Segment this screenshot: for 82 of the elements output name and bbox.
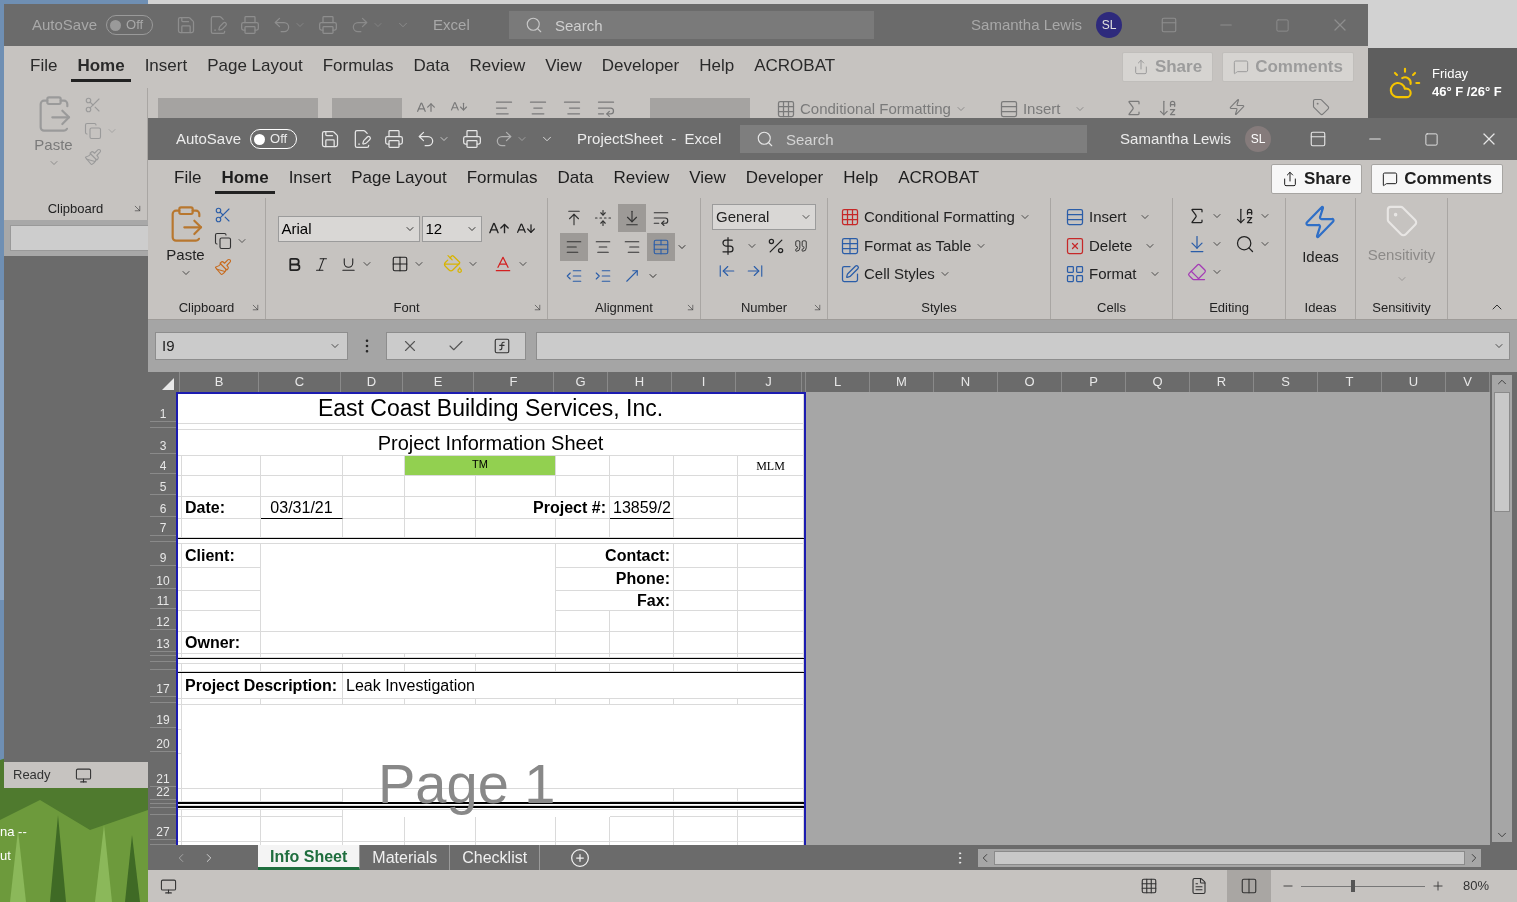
ribbon-tab[interactable]: Data bbox=[551, 164, 600, 194]
ribbon-tab[interactable]: Help bbox=[693, 52, 741, 82]
name-box[interactable]: I9 bbox=[155, 332, 348, 360]
desktop-icon-label[interactable]: na -- bbox=[0, 820, 27, 844]
styles-menu-button[interactable]: Format as Table bbox=[840, 234, 1050, 257]
user-avatar[interactable]: SL bbox=[1096, 12, 1122, 38]
window-title: ProjectSheet - Excel bbox=[577, 128, 722, 149]
weather-day: Friday bbox=[1432, 65, 1502, 83]
share-button[interactable]: Share bbox=[1270, 164, 1363, 194]
table-cell: Owner: bbox=[182, 632, 261, 654]
autosave-label: AutoSave bbox=[176, 128, 242, 149]
font-size-dropdown[interactable]: 12 bbox=[421, 216, 482, 242]
weather-widget[interactable]: Friday 46° F /26° F bbox=[1368, 48, 1517, 118]
autosave-label: AutoSave bbox=[32, 14, 98, 35]
window-title: Excel bbox=[433, 14, 470, 35]
table-cell: Phone: bbox=[556, 568, 674, 591]
cells-menu-button[interactable]: Format bbox=[1065, 263, 1172, 286]
group-label: Clipboard bbox=[47, 200, 104, 219]
table-cell: Client: bbox=[182, 544, 261, 568]
ribbon-tab[interactable]: Insert bbox=[282, 164, 338, 194]
table-cell: Project #: bbox=[476, 497, 610, 519]
table-cell: 13859/2 bbox=[610, 497, 674, 519]
ribbon-tab[interactable]: View bbox=[539, 52, 588, 82]
ribbon-tab[interactable]: Formulas bbox=[316, 52, 400, 82]
group-label: Styles bbox=[921, 299, 957, 318]
group-label: Alignment bbox=[595, 299, 653, 318]
ribbon-tab[interactable]: Formulas bbox=[460, 164, 544, 194]
ribbon-tab[interactable]: ACROBAT bbox=[748, 52, 842, 82]
table-cell: Project Description: bbox=[182, 673, 343, 699]
weather-temperature: 46° F /26° F bbox=[1432, 83, 1502, 101]
ribbon-tab[interactable]: View bbox=[683, 164, 732, 194]
ribbon-tab[interactable]: File bbox=[24, 52, 64, 82]
ribbon-tab[interactable]: File bbox=[168, 164, 208, 194]
group-label: Font bbox=[393, 299, 420, 318]
table-cell: Fax: bbox=[556, 591, 674, 611]
user-name: Samantha Lewis bbox=[971, 14, 1082, 35]
status-text: Ready bbox=[13, 766, 51, 785]
user-avatar[interactable]: SL bbox=[1245, 126, 1271, 152]
group-label: Editing bbox=[1209, 299, 1249, 318]
ribbon-tab[interactable]: Page Layout bbox=[201, 52, 309, 82]
styles-menu-button[interactable]: Conditional Formatting bbox=[776, 98, 967, 121]
user-name: Samantha Lewis bbox=[1120, 128, 1231, 149]
ribbon-tab[interactable]: Data bbox=[407, 52, 456, 82]
group-label: Ideas bbox=[1304, 299, 1337, 318]
highlighted-cell: TM bbox=[405, 456, 556, 476]
ribbon-tab[interactable]: Home bbox=[71, 52, 131, 82]
number-format-dropdown[interactable]: General bbox=[712, 204, 816, 230]
table-cell: Contact: bbox=[556, 544, 674, 568]
search-field[interactable]: Search bbox=[740, 125, 1087, 153]
ribbon-tab[interactable]: Help bbox=[837, 164, 885, 194]
cells-menu-button[interactable]: Delete bbox=[1065, 234, 1172, 257]
ribbon-tab[interactable]: Home bbox=[215, 164, 275, 194]
ribbon-tab[interactable]: Review bbox=[607, 164, 676, 194]
cells-menu-button[interactable]: Insert bbox=[1065, 206, 1172, 229]
cells-menu-button[interactable]: Insert bbox=[998, 98, 1087, 121]
paste-button[interactable]: Paste bbox=[165, 204, 206, 279]
ribbon-tab[interactable]: Developer bbox=[595, 52, 686, 82]
ribbon-tab[interactable]: Review bbox=[463, 52, 532, 82]
zoom-level[interactable]: 80% bbox=[1462, 876, 1489, 896]
sheet-tab[interactable]: Info Sheet bbox=[258, 845, 361, 870]
table-cell: East Coast Building Services, Inc. bbox=[178, 394, 804, 424]
font-name-dropdown[interactable]: Arial bbox=[277, 216, 420, 242]
ribbon-tab[interactable]: Insert bbox=[138, 52, 194, 82]
group-label: Clipboard bbox=[178, 299, 235, 318]
ribbon-tab[interactable]: Developer bbox=[739, 164, 830, 194]
page-label: Page 1 bbox=[378, 753, 556, 815]
search-field[interactable]: Search bbox=[509, 11, 874, 39]
table-cell: Leak Investigation bbox=[343, 673, 804, 699]
styles-menu-button[interactable]: Cell Styles bbox=[840, 263, 1050, 286]
paste-button[interactable]: Paste bbox=[33, 94, 74, 169]
group-label: Number bbox=[740, 299, 788, 318]
comments-button[interactable]: Comments bbox=[1371, 164, 1503, 194]
group-label: Sensitivity bbox=[1372, 299, 1431, 318]
table-cell: 03/31/21 bbox=[261, 497, 343, 519]
table-cell: Date: bbox=[182, 497, 261, 519]
group-label: Cells bbox=[1097, 299, 1126, 318]
desktop-icon-label[interactable]: ut bbox=[0, 844, 27, 868]
ribbon-tab[interactable]: ACROBAT bbox=[892, 164, 986, 194]
ideas-button[interactable]: Ideas bbox=[1302, 204, 1339, 269]
table-cell: MLM bbox=[738, 456, 804, 476]
styles-menu-button[interactable]: Conditional Formatting bbox=[840, 206, 1050, 229]
ribbon-tab[interactable]: Page Layout bbox=[345, 164, 453, 194]
